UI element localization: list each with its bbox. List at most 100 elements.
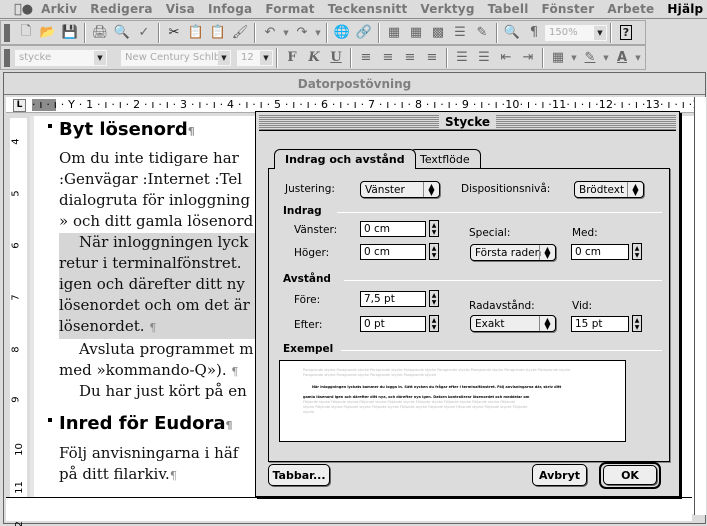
justering-popup[interactable]: Vänster ▲ ▼: [360, 181, 440, 198]
align-left-icon[interactable]: ≡: [355, 48, 377, 68]
drawing-icon[interactable]: ✎: [471, 23, 493, 43]
vid-stepper[interactable]: ▲ ▼: [632, 315, 642, 332]
justify-icon[interactable]: ≡: [421, 48, 443, 68]
ruler-v-label: 9: [10, 396, 22, 403]
ruler-v-label: 5: [10, 190, 22, 197]
spelling-icon[interactable]: ✓: [133, 23, 155, 43]
font-color-icon[interactable]: A: [611, 48, 633, 68]
menu-fonster[interactable]: Fönster: [542, 2, 595, 16]
text-line: » och ditt gamla lösenord: [59, 212, 254, 230]
heading-inred-for-eudora: Inred för Eudora¶: [59, 413, 232, 434]
insert-excel-icon[interactable]: ▩: [427, 23, 449, 43]
menu-arkiv[interactable]: Arkiv: [41, 2, 77, 16]
bold-button[interactable]: F: [281, 48, 303, 68]
undo-icon[interactable]: ↶: [259, 23, 281, 43]
fore-stepper[interactable]: ▲ ▼: [429, 290, 439, 307]
insert-table-icon[interactable]: ▦: [405, 23, 427, 43]
hoger-stepper[interactable]: ▲ ▼: [429, 243, 439, 260]
tables-borders-icon[interactable]: ▦: [383, 23, 405, 43]
menu-tabell[interactable]: Tabell: [488, 2, 529, 16]
hoger-field[interactable]: 0 cm: [360, 244, 426, 260]
apple-icon[interactable]: ●: [14, 2, 33, 17]
help-icon[interactable]: ?: [615, 23, 637, 43]
hyperlink-icon[interactable]: 🔗: [353, 23, 375, 43]
print-preview-icon[interactable]: 🔍: [111, 23, 133, 43]
chevron-down-icon[interactable]: ▼: [594, 25, 606, 40]
cut-icon[interactable]: ✂: [163, 23, 185, 43]
special-popup[interactable]: Första raden ▲ ▼: [470, 244, 556, 261]
columns-icon[interactable]: ☰: [449, 23, 471, 43]
menu-visa[interactable]: Visa: [166, 2, 195, 16]
vanster-field[interactable]: 0 cm: [360, 221, 426, 237]
tabbar-button[interactable]: Tabbar...: [268, 464, 330, 486]
med-stepper[interactable]: ▲ ▼: [632, 243, 642, 260]
zoom-combo[interactable]: 150% ▼: [545, 24, 607, 41]
menu-verktyg[interactable]: Verktyg: [420, 2, 474, 16]
updown-arrows-icon: ▲ ▼: [627, 182, 643, 197]
format-painter-icon[interactable]: 🖌: [229, 23, 251, 43]
horizontal-scrollbar[interactable]: [6, 497, 692, 521]
document-map-icon[interactable]: 🔍: [501, 23, 523, 43]
text-span: på ditt filarkiv.: [59, 465, 170, 483]
menu-arbete[interactable]: Arbete: [607, 2, 654, 16]
increase-indent-icon[interactable]: ⇥: [517, 48, 539, 68]
bulleted-list-icon[interactable]: ☰: [473, 48, 495, 68]
borders-icon[interactable]: ▦: [547, 48, 569, 68]
undo-dropdown-icon[interactable]: ▼: [281, 29, 291, 37]
vertical-ruler[interactable]: 4 5 6 7 8 9 10 11 12: [10, 118, 28, 526]
chevron-down-icon[interactable]: ▼: [218, 50, 230, 65]
dispositionsniva-popup[interactable]: Brödtext ▲ ▼: [574, 181, 644, 198]
tab-indrag-och-avstand[interactable]: Indrag och avstånd: [274, 149, 416, 169]
menu-teckensnitt[interactable]: Teckensnitt: [328, 2, 408, 16]
toolbar-separator: [158, 22, 160, 43]
vertical-scrollbar[interactable]: [694, 97, 706, 515]
updown-arrows-icon: ▲ ▼: [539, 245, 555, 260]
chevron-down-icon[interactable]: ▼: [260, 50, 272, 65]
style-combo[interactable]: stycke ▼: [15, 49, 107, 66]
font-color-dropdown-icon[interactable]: ▼: [633, 54, 643, 62]
menu-infoga[interactable]: Infoga: [208, 2, 252, 16]
web-toolbar-icon[interactable]: 🌐: [331, 23, 353, 43]
med-field[interactable]: 0 cm: [571, 244, 629, 260]
cancel-button[interactable]: Avbryt: [532, 464, 587, 486]
chevron-down-icon[interactable]: ▼: [94, 50, 106, 65]
efter-field[interactable]: 0 pt: [360, 316, 426, 332]
dialog-title-bar[interactable]: Stycke: [259, 114, 676, 131]
highlight-icon[interactable]: ✎: [579, 48, 601, 68]
open-folder-icon[interactable]: 📂: [37, 23, 59, 43]
numbered-list-icon[interactable]: ☰: [451, 48, 473, 68]
ok-button[interactable]: OK: [603, 465, 657, 485]
decrease-indent-icon[interactable]: ⇤: [495, 48, 517, 68]
formatting-toolbar: stycke ▼ New Century Schlbk ▼ 12 ▼ F K U…: [0, 45, 646, 70]
text-line: lösenordet. ¶: [59, 317, 156, 335]
underline-button[interactable]: U: [325, 48, 347, 68]
save-icon[interactable]: 💾: [59, 23, 81, 43]
redo-icon[interactable]: ↷: [291, 23, 313, 43]
heading-text: Byt lösenord: [59, 119, 188, 140]
align-center-icon[interactable]: ≡: [377, 48, 399, 68]
tab-selector[interactable]: L: [13, 99, 26, 112]
toolbar-grip[interactable]: [4, 23, 10, 42]
font-size-combo[interactable]: 12 ▼: [237, 49, 273, 66]
fore-field[interactable]: 7,5 pt: [360, 291, 426, 307]
radavstand-popup[interactable]: Exakt ▲ ▼: [470, 315, 556, 332]
font-combo[interactable]: New Century Schlbk ▼: [121, 49, 231, 66]
copy-icon[interactable]: 📋: [185, 23, 207, 43]
vanster-stepper[interactable]: ▲ ▼: [429, 220, 439, 237]
redo-dropdown-icon[interactable]: ▼: [313, 29, 323, 37]
new-document-icon[interactable]: 🗋: [15, 23, 37, 43]
align-right-icon[interactable]: ≡: [399, 48, 421, 68]
italic-button[interactable]: K: [303, 48, 325, 68]
efter-stepper[interactable]: ▲ ▼: [429, 315, 439, 332]
print-icon[interactable]: 🖨: [89, 23, 111, 43]
pilcrow-icon[interactable]: ¶: [523, 23, 545, 43]
menu-format[interactable]: Format: [265, 2, 314, 16]
highlight-dropdown-icon[interactable]: ▼: [601, 54, 611, 62]
tab-textflode[interactable]: Textflöde: [409, 149, 481, 169]
vid-field[interactable]: 15 pt: [571, 316, 629, 332]
paste-icon[interactable]: 📋: [207, 23, 229, 43]
menu-redigera[interactable]: Redigera: [90, 2, 152, 16]
menu-hjalp[interactable]: Hjälp: [667, 2, 703, 16]
borders-dropdown-icon[interactable]: ▼: [569, 54, 579, 62]
toolbar-grip[interactable]: [4, 48, 10, 67]
